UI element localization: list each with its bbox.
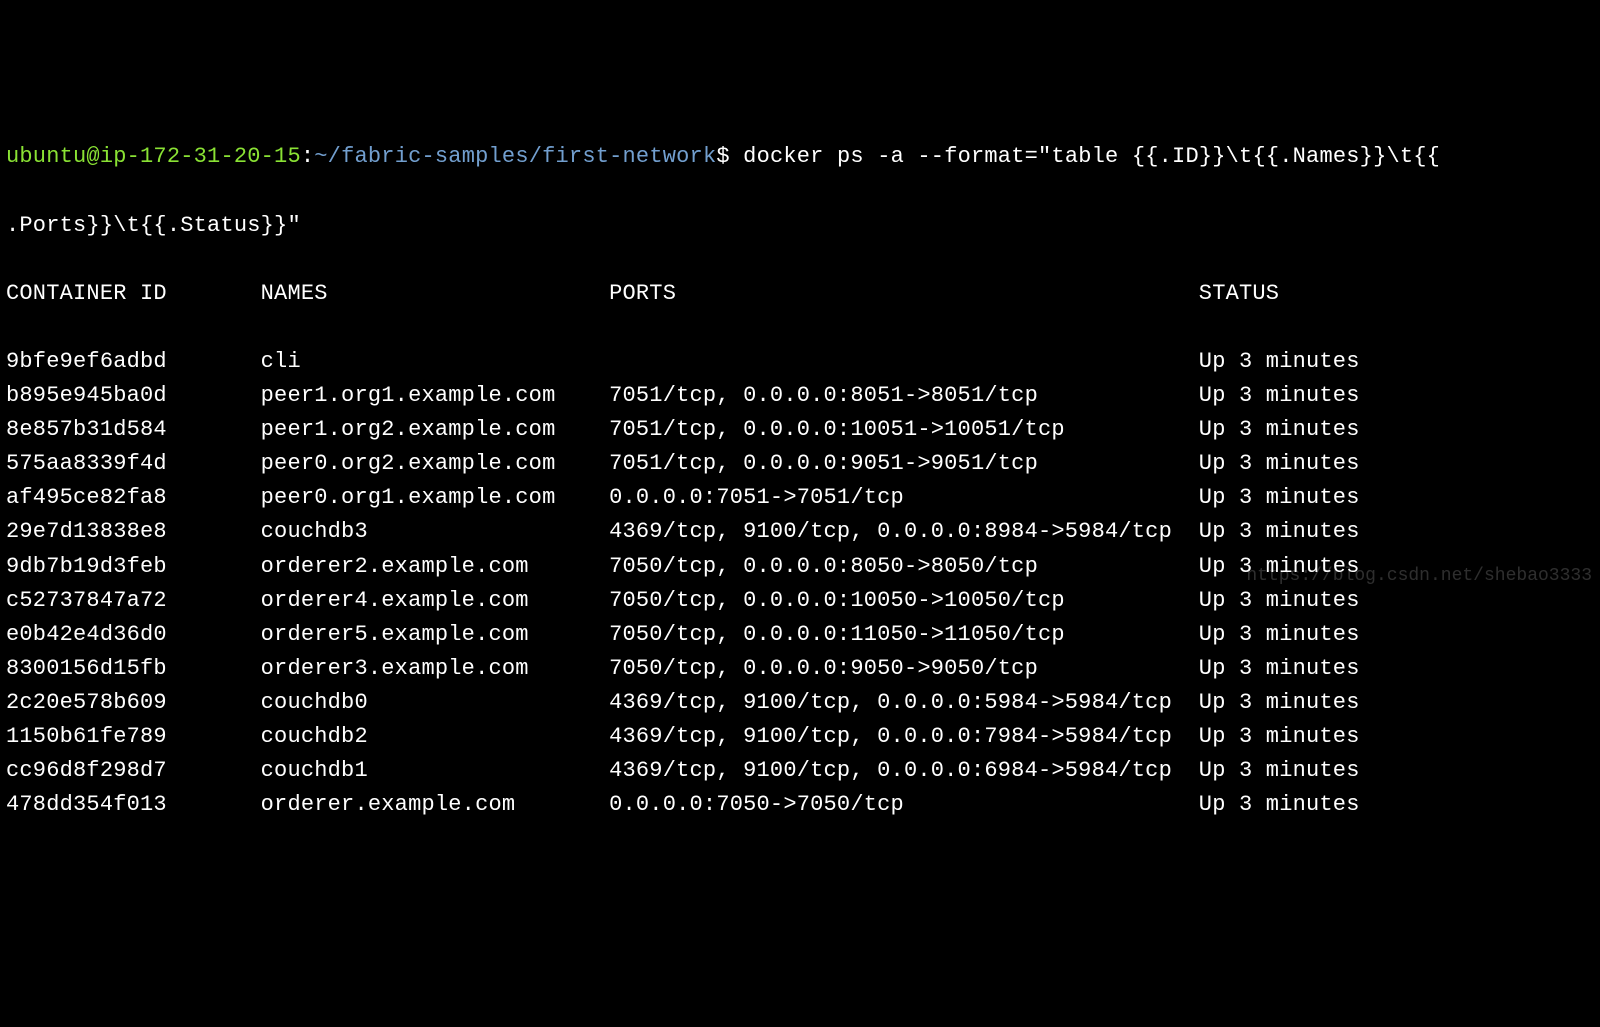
prompt-line-1: ubuntu@ip-172-31-20-15:~/fabric-samples/… xyxy=(6,140,1594,174)
prompt-host: ip-172-31-20-15 xyxy=(100,144,301,169)
table-row: 8300156d15fb orderer3.example.com 7050/t… xyxy=(6,652,1594,686)
table-row: cc96d8f298d7 couchdb1 4369/tcp, 9100/tcp… xyxy=(6,754,1594,788)
table-row: 478dd354f013 orderer.example.com 0.0.0.0… xyxy=(6,788,1594,822)
command-part-2: .Ports}}\t{{.Status}}" xyxy=(6,209,1594,243)
table-row: 8e857b31d584 peer1.org2.example.com 7051… xyxy=(6,413,1594,447)
table-row: e0b42e4d36d0 orderer5.example.com 7050/t… xyxy=(6,618,1594,652)
prompt-at: @ xyxy=(86,144,99,169)
table-row: 575aa8339f4d peer0.org2.example.com 7051… xyxy=(6,447,1594,481)
table-row: 2c20e578b609 couchdb0 4369/tcp, 9100/tcp… xyxy=(6,686,1594,720)
command-part-1: docker ps -a --format="table {{.ID}}\t{{… xyxy=(730,144,1440,169)
table-header-row: CONTAINER ID NAMES PORTS STATUS xyxy=(6,277,1594,311)
prompt-dollar: $ xyxy=(716,144,729,169)
prompt-user: ubuntu xyxy=(6,144,86,169)
table-row: 1150b61fe789 couchdb2 4369/tcp, 9100/tcp… xyxy=(6,720,1594,754)
prompt-path: ~/fabric-samples/first-network xyxy=(314,144,716,169)
prompt-colon: : xyxy=(301,144,314,169)
table-row: 9bfe9ef6adbd cli Up 3 minutes xyxy=(6,345,1594,379)
table-row: 29e7d13838e8 couchdb3 4369/tcp, 9100/tcp… xyxy=(6,515,1594,549)
watermark-text: https://blog.csdn.net/shebao3333 xyxy=(1246,563,1592,591)
table-row: af495ce82fa8 peer0.org1.example.com 0.0.… xyxy=(6,481,1594,515)
table-row: b895e945ba0d peer1.org1.example.com 7051… xyxy=(6,379,1594,413)
